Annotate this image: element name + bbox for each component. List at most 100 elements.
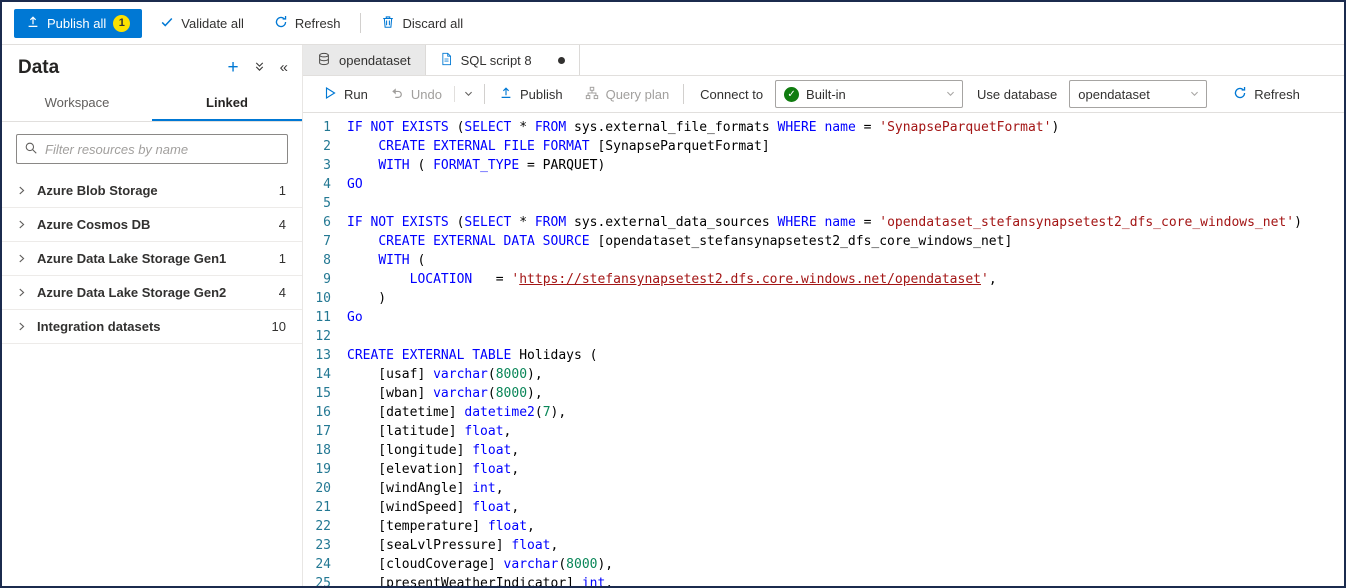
code-line[interactable]: 25 [presentWeatherIndicator] int, [303, 574, 1344, 586]
editor-refresh-label: Refresh [1254, 87, 1300, 102]
code-line[interactable]: 9 LOCATION = 'https://stefansynapsetest2… [303, 270, 1344, 289]
sql-code-editor[interactable]: 1IF NOT EXISTS (SELECT * FROM sys.extern… [303, 113, 1344, 586]
code-text: [wban] varchar(8000), [347, 384, 543, 403]
discard-all-button[interactable]: Discard all [369, 9, 475, 38]
chevron-right-icon[interactable] [16, 287, 27, 298]
code-line[interactable]: 14 [usaf] varchar(8000), [303, 365, 1344, 384]
chevron-right-icon[interactable] [16, 321, 27, 332]
collapse-all-button[interactable] [251, 58, 268, 78]
line-number: 17 [303, 422, 347, 441]
use-database-dropdown[interactable]: opendataset [1069, 80, 1207, 108]
toolbar-divider [484, 84, 485, 104]
publish-button[interactable]: Publish [489, 80, 573, 108]
tab-linked[interactable]: Linked [152, 87, 302, 121]
code-line[interactable]: 5 [303, 194, 1344, 213]
tree-item-integration-datasets[interactable]: Integration datasets 10 [2, 310, 302, 344]
line-number: 11 [303, 308, 347, 327]
chevron-right-icon[interactable] [16, 219, 27, 230]
filter-resources-input[interactable] [16, 134, 288, 164]
code-text: WITH ( FORMAT_TYPE = PARQUET) [347, 156, 605, 175]
refresh-button[interactable]: Refresh [262, 9, 353, 38]
code-line[interactable]: 21 [windSpeed] float, [303, 498, 1344, 517]
line-number: 14 [303, 365, 347, 384]
tree-item-count: 1 [279, 183, 286, 198]
code-line[interactable]: 22 [temperature] float, [303, 517, 1344, 536]
code-line[interactable]: 12 [303, 327, 1344, 346]
code-text: ) [347, 289, 386, 308]
publish-all-button[interactable]: Publish all 1 [14, 9, 142, 38]
line-number: 20 [303, 479, 347, 498]
code-line[interactable]: 16 [datetime] datetime2(7), [303, 403, 1344, 422]
line-number: 1 [303, 118, 347, 137]
toolbar-divider [360, 13, 361, 33]
undo-dropdown-button[interactable] [457, 80, 480, 108]
chevron-right-icon[interactable] [16, 185, 27, 196]
chevron-right-icon[interactable] [16, 253, 27, 264]
code-text: [seaLvlPressure] float, [347, 536, 558, 555]
line-number: 24 [303, 555, 347, 574]
unsaved-changes-dot [558, 57, 565, 64]
publish-all-label: Publish all [47, 16, 106, 31]
line-number: 22 [303, 517, 347, 536]
toolbar-divider [683, 84, 684, 104]
code-line[interactable]: 6IF NOT EXISTS (SELECT * FROM sys.extern… [303, 213, 1344, 232]
upload-icon [26, 15, 40, 32]
trash-icon [381, 15, 395, 32]
doc-tab-label: opendataset [339, 53, 411, 68]
connect-to-dropdown[interactable]: ✓ Built-in [775, 80, 963, 108]
line-number: 13 [303, 346, 347, 365]
search-icon [24, 141, 38, 160]
code-line[interactable]: 23 [seaLvlPressure] float, [303, 536, 1344, 555]
code-line[interactable]: 8 WITH ( [303, 251, 1344, 270]
sidebar-header: Data + « [2, 45, 302, 87]
code-text: [windAngle] int, [347, 479, 504, 498]
code-text: [presentWeatherIndicator] int, [347, 574, 613, 586]
code-line[interactable]: 18 [longitude] float, [303, 441, 1344, 460]
add-resource-button[interactable]: + [226, 59, 241, 77]
tree-item-azure-cosmos-db[interactable]: Azure Cosmos DB 4 [2, 208, 302, 242]
code-line[interactable]: 7 CREATE EXTERNAL DATA SOURCE [opendatas… [303, 232, 1344, 251]
undo-button[interactable]: Undo [380, 80, 452, 108]
doc-tab-sql-script-8[interactable]: SQL script 8 [426, 45, 580, 75]
filter-container [16, 134, 288, 164]
sidebar-title: Data [18, 57, 59, 79]
code-line[interactable]: 15 [wban] varchar(8000), [303, 384, 1344, 403]
code-line[interactable]: 20 [windAngle] int, [303, 479, 1344, 498]
code-line[interactable]: 10 ) [303, 289, 1344, 308]
main-panel: opendataset SQL script 8 Run [303, 45, 1344, 586]
code-text: LOCATION = 'https://stefansynapsetest2.d… [347, 270, 997, 289]
editor-refresh-button[interactable]: Refresh [1223, 80, 1310, 108]
code-text: WITH ( [347, 251, 425, 270]
top-toolbar: Publish all 1 Validate all Refresh Disca… [2, 2, 1344, 45]
undo-icon [390, 86, 404, 103]
collapse-pane-button[interactable]: « [278, 59, 290, 77]
line-number: 18 [303, 441, 347, 460]
code-line[interactable]: 4GO [303, 175, 1344, 194]
code-line[interactable]: 24 [cloudCoverage] varchar(8000), [303, 555, 1344, 574]
code-line[interactable]: 13CREATE EXTERNAL TABLE Holidays ( [303, 346, 1344, 365]
code-line[interactable]: 3 WITH ( FORMAT_TYPE = PARQUET) [303, 156, 1344, 175]
code-line[interactable]: 17 [latitude] float, [303, 422, 1344, 441]
tree-item-count: 4 [279, 285, 286, 300]
code-line[interactable]: 2 CREATE EXTERNAL FILE FORMAT [SynapsePa… [303, 137, 1344, 156]
line-number: 6 [303, 213, 347, 232]
database-icon [317, 52, 331, 69]
data-sidebar: Data + « Workspace Li [2, 45, 303, 586]
code-line[interactable]: 11Go [303, 308, 1344, 327]
query-plan-button[interactable]: Query plan [575, 80, 680, 108]
code-line[interactable]: 19 [elevation] float, [303, 460, 1344, 479]
code-text: CREATE EXTERNAL FILE FORMAT [SynapseParq… [347, 137, 770, 156]
refresh-icon [274, 15, 288, 32]
refresh-label: Refresh [295, 16, 341, 31]
validate-all-button[interactable]: Validate all [148, 9, 256, 38]
tab-workspace[interactable]: Workspace [2, 87, 152, 121]
tree-item-azure-blob-storage[interactable]: Azure Blob Storage 1 [2, 174, 302, 208]
code-line[interactable]: 1IF NOT EXISTS (SELECT * FROM sys.extern… [303, 118, 1344, 137]
tree-item-adls-gen1[interactable]: Azure Data Lake Storage Gen1 1 [2, 242, 302, 276]
run-button[interactable]: Run [313, 80, 378, 108]
editor-toolbar: Run Undo [303, 76, 1344, 113]
document-tab-bar: opendataset SQL script 8 [303, 45, 1344, 76]
doc-tab-opendataset[interactable]: opendataset [303, 45, 426, 75]
validate-all-label: Validate all [181, 16, 244, 31]
tree-item-adls-gen2[interactable]: Azure Data Lake Storage Gen2 4 [2, 276, 302, 310]
